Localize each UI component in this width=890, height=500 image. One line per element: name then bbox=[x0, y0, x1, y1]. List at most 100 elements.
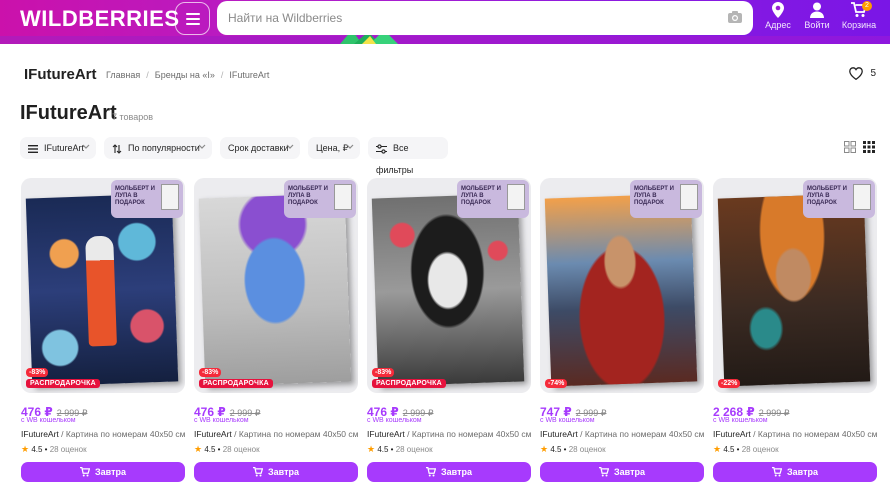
product-title: / Картина по номерам 40х50 см bbox=[404, 429, 531, 439]
delivery-label: Завтра bbox=[787, 466, 818, 477]
chevron-down-icon bbox=[82, 144, 90, 149]
delivery-label: Завтра bbox=[441, 466, 472, 477]
gift-promo-badge: МОЛЬБЕРТ И ЛУПА В ПОДАРОК bbox=[284, 180, 356, 218]
star-icon: ★ bbox=[21, 444, 30, 454]
top-header: WILDBERRIES Адрес Войти 2 Корз bbox=[0, 0, 890, 44]
discount-badge: -83% bbox=[372, 368, 395, 377]
brand-logo[interactable]: IFutureArt bbox=[24, 66, 97, 83]
product-rating: ★ 4.5 • 28 оценок bbox=[713, 444, 779, 454]
easel-icon bbox=[334, 184, 352, 210]
catalog-menu-button[interactable] bbox=[175, 2, 210, 35]
product-rating: ★ 4.5 • 28 оценок bbox=[194, 444, 260, 454]
filter-settings-icon bbox=[376, 143, 387, 154]
all-filters-button[interactable]: Все фильтры bbox=[368, 137, 448, 175]
product-name[interactable]: IFutureArt / Картина по номерам 40х50 см bbox=[713, 429, 877, 439]
header-stripe bbox=[0, 36, 890, 44]
product-rating: ★ 4.5 • 28 оценок bbox=[367, 444, 433, 454]
product-name[interactable]: IFutureArt / Картина по номерам 40х50 см bbox=[540, 429, 704, 439]
wallet-note: с WB кошельком bbox=[194, 417, 249, 424]
product-rating: ★ 4.5 • 28 оценок bbox=[540, 444, 606, 454]
product-image[interactable]: МОЛЬБЕРТ И ЛУПА В ПОДАРОК -83% РАСПРОДАР… bbox=[194, 178, 358, 393]
price-filter-label: Цена, ₽ bbox=[316, 143, 349, 153]
delivery-time-label: Срок доставки bbox=[228, 143, 289, 153]
wallet-note: с WB кошельком bbox=[713, 417, 768, 424]
red-shawl-woman-painting bbox=[544, 193, 698, 387]
large-grid-view-icon[interactable] bbox=[844, 141, 856, 153]
product-name[interactable]: IFutureArt / Картина по номерам 40х50 см bbox=[194, 429, 358, 439]
promo-text: МОЛЬБЕРТ И ЛУПА В ПОДАРОК bbox=[461, 186, 501, 206]
sort-button[interactable]: По популярности bbox=[104, 137, 212, 159]
location-pin-icon bbox=[772, 2, 784, 18]
rating-value: 4.5 bbox=[377, 445, 389, 454]
statue-painting bbox=[198, 193, 352, 387]
wallet-note: с WB кошельком bbox=[21, 417, 76, 424]
star-icon: ★ bbox=[194, 444, 203, 454]
product-image[interactable]: МОЛЬБЕРТ И ЛУПА В ПОДАРОК -83% РАСПРОДАР… bbox=[21, 178, 185, 393]
product-brand: IFutureArt bbox=[194, 429, 232, 439]
delivery-label: Завтра bbox=[614, 466, 645, 477]
product-image[interactable]: МОЛЬБЕРТ И ЛУПА В ПОДАРОК -74% bbox=[540, 178, 704, 393]
sort-label: По популярности bbox=[128, 143, 200, 153]
add-to-cart-button[interactable]: Завтра bbox=[194, 462, 358, 482]
add-to-cart-button[interactable]: Завтра bbox=[21, 462, 185, 482]
sale-badge: РАСПРОДАРОЧКА bbox=[372, 379, 446, 388]
discount-badge: -83% bbox=[199, 368, 222, 377]
astronaut-painting bbox=[25, 193, 179, 387]
add-to-cart-button[interactable]: Завтра bbox=[713, 462, 877, 482]
sale-badge: РАСПРОДАРОЧКА bbox=[26, 379, 100, 388]
chevron-down-icon bbox=[346, 144, 354, 149]
cart-icon bbox=[426, 467, 437, 477]
product-card[interactable]: МОЛЬБЕРТ И ЛУПА В ПОДАРОК -83% РАСПРОДАР… bbox=[194, 178, 358, 492]
cart-button[interactable]: 2 Корзина bbox=[834, 1, 884, 30]
page-title: IFutureArt bbox=[20, 102, 117, 124]
promo-text: МОЛЬБЕРТ И ЛУПА В ПОДАРОК bbox=[807, 186, 847, 206]
camera-icon[interactable] bbox=[727, 10, 743, 24]
product-name[interactable]: IFutureArt / Картина по номерам 40х50 см bbox=[21, 429, 185, 439]
gift-promo-badge: МОЛЬБЕРТ И ЛУПА В ПОДАРОК bbox=[803, 180, 875, 218]
brand-favorite-button[interactable]: 5 bbox=[848, 67, 876, 81]
rating-value: 4.5 bbox=[204, 445, 216, 454]
product-card[interactable]: МОЛЬБЕРТ И ЛУПА В ПОДАРОК -22% 2 268 ₽2 … bbox=[713, 178, 877, 492]
add-to-cart-button[interactable]: Завтра bbox=[367, 462, 531, 482]
cart-icon bbox=[772, 467, 783, 477]
cart-icon bbox=[80, 467, 91, 477]
rating-value: 4.5 bbox=[31, 445, 43, 454]
wildberries-logo[interactable]: WILDBERRIES bbox=[20, 6, 180, 32]
wallet-note: с WB кошельком bbox=[367, 417, 422, 424]
product-card[interactable]: МОЛЬБЕРТ И ЛУПА В ПОДАРОК -83% РАСПРОДАР… bbox=[21, 178, 185, 492]
wallet-note: с WB кошельком bbox=[540, 417, 595, 424]
breadcrumb-brands[interactable]: Бренды на «I» bbox=[155, 70, 215, 80]
delivery-label: Завтра bbox=[268, 466, 299, 477]
product-brand: IFutureArt bbox=[713, 429, 751, 439]
delivery-time-filter[interactable]: Срок доставки bbox=[220, 137, 300, 159]
review-count: 28 оценок bbox=[49, 445, 87, 454]
star-icon: ★ bbox=[540, 444, 549, 454]
product-card[interactable]: МОЛЬБЕРТ И ЛУПА В ПОДАРОК -74% 747 ₽2 99… bbox=[540, 178, 704, 492]
menu-icon bbox=[28, 144, 38, 153]
product-name[interactable]: IFutureArt / Картина по номерам 40х50 см bbox=[367, 429, 531, 439]
chevron-down-icon bbox=[198, 144, 206, 149]
price-filter[interactable]: Цена, ₽ bbox=[308, 137, 360, 159]
cart-count-badge: 2 bbox=[862, 1, 872, 11]
delivery-label: Завтра bbox=[95, 466, 126, 477]
girl-portrait-painting bbox=[371, 193, 525, 387]
breadcrumb-home[interactable]: Главная bbox=[106, 70, 140, 80]
product-image[interactable]: МОЛЬБЕРТ И ЛУПА В ПОДАРОК -83% РАСПРОДАР… bbox=[367, 178, 531, 393]
product-title: / Картина по номерам 40х50 см bbox=[231, 429, 358, 439]
product-title: / Картина по номерам 40х50 см bbox=[750, 429, 877, 439]
search-input[interactable] bbox=[217, 1, 707, 35]
rating-value: 4.5 bbox=[550, 445, 562, 454]
tribal-woman-painting bbox=[717, 193, 871, 387]
product-image[interactable]: МОЛЬБЕРТ И ЛУПА В ПОДАРОК -22% bbox=[713, 178, 877, 393]
gift-promo-badge: МОЛЬБЕРТ И ЛУПА В ПОДАРОК bbox=[630, 180, 702, 218]
add-to-cart-button[interactable]: Завтра bbox=[540, 462, 704, 482]
chevron-down-icon bbox=[286, 144, 294, 149]
product-count: 7 товаров bbox=[112, 112, 154, 122]
product-brand: IFutureArt bbox=[367, 429, 405, 439]
product-card[interactable]: МОЛЬБЕРТ И ЛУПА В ПОДАРОК -83% РАСПРОДАР… bbox=[367, 178, 531, 492]
brand-filter-button[interactable]: IFutureArt bbox=[20, 137, 96, 159]
review-count: 28 оценок bbox=[568, 445, 606, 454]
promo-text: МОЛЬБЕРТ И ЛУПА В ПОДАРОК bbox=[115, 186, 155, 206]
brand-filter-label: IFutureArt bbox=[44, 143, 85, 153]
small-grid-view-icon[interactable] bbox=[863, 141, 875, 153]
